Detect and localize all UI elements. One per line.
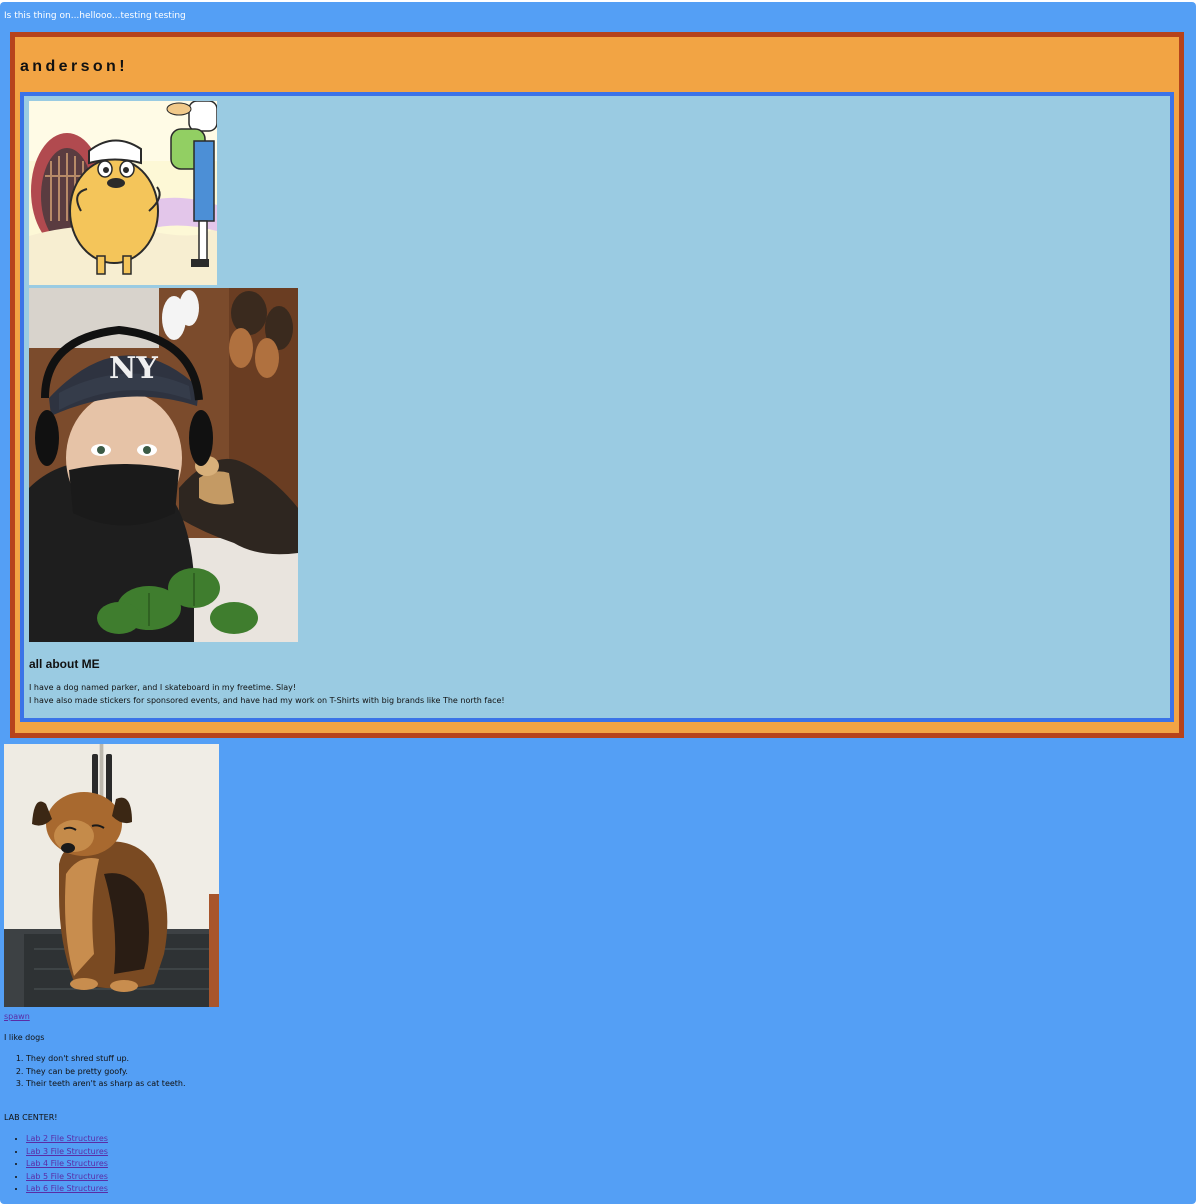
lab-4-link[interactable]: Lab 4 File Structures: [26, 1159, 108, 1168]
svg-text:NY: NY: [109, 351, 158, 386]
page-background: Is this thing on...hellooo...testing tes…: [0, 2, 1196, 1204]
about-heading: all about ME: [29, 657, 100, 671]
lab-3-link[interactable]: Lab 3 File Structures: [26, 1147, 108, 1156]
lab-links-list: Lab 2 File Structures Lab 3 File Structu…: [0, 1133, 108, 1196]
about-text: I have a dog named parker, and I skatebo…: [29, 682, 505, 707]
about-line-2: I have also made stickers for sponsored …: [29, 695, 505, 705]
list-item: They can be pretty goofy.: [26, 1066, 186, 1079]
list-item: Lab 3 File Structures: [26, 1146, 108, 1159]
list-item: Lab 6 File Structures: [26, 1183, 108, 1196]
list-item: Lab 4 File Structures: [26, 1158, 108, 1171]
about-line-1: I have a dog named parker, and I skatebo…: [29, 683, 297, 692]
cartoon-image: [29, 101, 217, 285]
list-item: Lab 2 File Structures: [26, 1133, 108, 1146]
dog-reasons-list: They don't shred stuff up. They can be p…: [0, 1053, 186, 1091]
about-container: NY all about ME I have a dog named parke…: [20, 92, 1174, 722]
lab-5-link[interactable]: Lab 5 File Structures: [26, 1172, 108, 1181]
dogs-heading: I like dogs: [4, 1033, 45, 1042]
page-tagline: Is this thing on...hellooo...testing tes…: [4, 11, 186, 21]
list-item: Lab 5 File Structures: [26, 1171, 108, 1184]
dog-image: [4, 744, 219, 1007]
header-container: anderson! NY all about ME I have a dog n…: [10, 32, 1184, 738]
list-item: They don't shred stuff up.: [26, 1053, 186, 1066]
lab-center-heading: LAB CENTER!: [4, 1113, 58, 1122]
lab-6-link[interactable]: Lab 6 File Structures: [26, 1184, 108, 1193]
lab-2-link[interactable]: Lab 2 File Structures: [26, 1134, 108, 1143]
selfie-image: NY: [29, 288, 298, 642]
site-title: anderson!: [20, 58, 128, 75]
list-item: Their teeth aren't as sharp as cat teeth…: [26, 1078, 186, 1091]
spawn-link[interactable]: spawn: [4, 1011, 30, 1022]
